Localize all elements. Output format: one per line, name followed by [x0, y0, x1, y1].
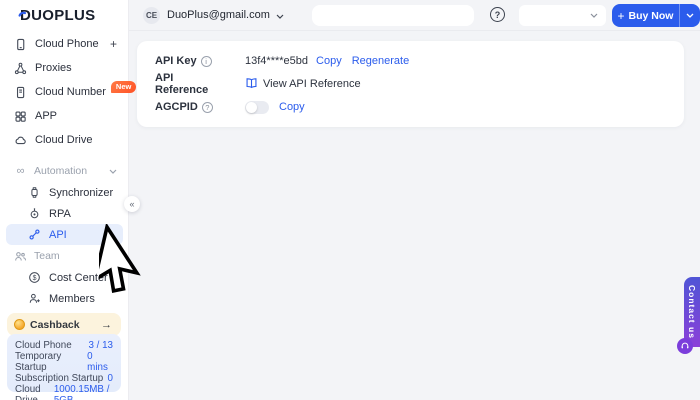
api-key-row: API Key i 13f4****e5bd Copy Regenerate: [155, 51, 666, 71]
app-window: DUOPLUS Cloud Phone + Proxies Clo: [0, 0, 700, 400]
plus-icon: +: [618, 9, 625, 23]
sidebar-item-cloud-number[interactable]: Cloud Number New: [0, 80, 129, 104]
stat-row-cloud-drive: Cloud Drive 1000.15MB / 5GB: [15, 384, 113, 400]
question-icon[interactable]: ?: [202, 102, 213, 113]
rpa-icon: [28, 207, 41, 220]
cashback-banner[interactable]: Cashback →: [7, 313, 121, 336]
api-key-label: API Key: [155, 55, 197, 67]
api-icon: [28, 228, 41, 241]
sidebar-item-label: APP: [35, 110, 57, 122]
sidebar-collapse-button[interactable]: «: [124, 196, 140, 212]
agcpid-toggle[interactable]: [245, 101, 269, 114]
sidebar-item-cloud-drive[interactable]: Cloud Drive: [0, 128, 129, 152]
sidebar-item-label: Members: [49, 293, 95, 305]
sidebar-nav: Cloud Phone + Proxies Cloud Number New: [0, 32, 129, 309]
account-email[interactable]: DuoPlus@gmail.com: [167, 9, 270, 21]
sidebar: DUOPLUS Cloud Phone + Proxies Clo: [0, 0, 129, 400]
book-icon: [245, 77, 258, 92]
coin-icon: [14, 319, 25, 330]
sidebar-item-label: Proxies: [35, 62, 72, 74]
api-reference-row: API Reference View API Reference: [155, 74, 666, 94]
sidebar-section-automation[interactable]: ∞ Automation: [0, 160, 129, 182]
brand-logo: DUOPLUS: [20, 7, 95, 23]
stat-label: Cloud Drive: [15, 384, 54, 400]
avatar[interactable]: CE: [143, 7, 160, 24]
cloud-drive-icon: [14, 134, 27, 147]
sidebar-item-app[interactable]: APP: [0, 104, 129, 128]
sidebar-item-label: Cost Center: [49, 272, 108, 284]
sidebar-item-label: API: [49, 229, 67, 241]
proxies-icon: [14, 62, 27, 75]
stat-value: 0: [108, 373, 113, 384]
new-badge: New: [111, 81, 136, 93]
search-input[interactable]: [312, 5, 474, 26]
stat-row-cloud-phone: Cloud Phone 3 / 13: [15, 340, 113, 351]
help-icon[interactable]: ?: [490, 7, 505, 22]
buy-now-label: Buy Now: [629, 10, 674, 22]
cost-center-icon: $: [28, 271, 41, 284]
cashback-label: Cashback: [30, 319, 80, 331]
view-api-reference-label: View API Reference: [263, 78, 361, 90]
view-api-reference-link[interactable]: View API Reference: [245, 77, 361, 92]
synchronizer-icon: [28, 186, 41, 199]
sidebar-item-label: RPA: [49, 208, 71, 220]
account-chevron-down-icon[interactable]: [276, 6, 284, 24]
sidebar-item-label: Synchronizer: [49, 187, 113, 199]
stat-row-subscription-startup: Subscription Startup 0: [15, 373, 113, 384]
arrow-right-icon: →: [101, 319, 112, 331]
app-grid-icon: [14, 110, 27, 123]
agcpid-row: AGCPID ? Copy: [155, 97, 666, 117]
stat-value: 1000.15MB / 5GB: [54, 384, 113, 400]
sidebar-section-team[interactable]: Team: [0, 245, 129, 267]
sidebar-section-label: Team: [34, 250, 60, 262]
members-icon: [28, 292, 41, 305]
automation-icon: ∞: [14, 165, 27, 178]
nav-divider-space: [0, 152, 129, 160]
sidebar-item-rpa[interactable]: RPA: [0, 203, 129, 224]
stat-label: Temporary Startup: [15, 351, 87, 373]
toggle-knob: [246, 102, 257, 113]
language-select[interactable]: [519, 5, 606, 26]
info-icon[interactable]: i: [201, 56, 212, 67]
brand-name: DUOPLUS: [20, 7, 95, 23]
sidebar-item-api[interactable]: API: [6, 224, 123, 245]
stat-label: Cloud Phone: [15, 340, 72, 351]
copy-api-key-link[interactable]: Copy: [316, 55, 342, 67]
team-icon: [14, 250, 27, 263]
usage-stats-panel: Cloud Phone 3 / 13 Temporary Startup 0 m…: [7, 334, 121, 392]
sidebar-item-cost-center[interactable]: $ Cost Center: [0, 267, 129, 288]
svg-text:$: $: [33, 275, 37, 282]
sidebar-item-members[interactable]: Members: [0, 288, 129, 309]
stat-value: 0 mins: [87, 351, 113, 373]
stat-label: Subscription Startup: [15, 373, 103, 384]
support-chat-icon[interactable]: [677, 338, 693, 354]
api-reference-label: API Reference: [155, 72, 228, 96]
sidebar-section-label: Automation: [34, 165, 87, 177]
sidebar-item-proxies[interactable]: Proxies: [0, 56, 129, 80]
cloud-number-icon: [14, 86, 27, 99]
sidebar-item-synchronizer[interactable]: Synchronizer: [0, 182, 129, 203]
add-cloud-phone-button[interactable]: +: [110, 37, 117, 51]
stat-row-temporary-startup: Temporary Startup 0 mins: [15, 351, 113, 373]
regenerate-api-key-link[interactable]: Regenerate: [352, 55, 410, 67]
chevron-down-icon: [109, 165, 117, 177]
sidebar-item-label: Cloud Phone: [35, 38, 99, 50]
api-settings-card: API Key i 13f4****e5bd Copy Regenerate A…: [137, 41, 684, 127]
buy-now-dropdown-button[interactable]: [679, 4, 700, 27]
agcpid-label: AGCPID: [155, 101, 198, 113]
contact-us-tab[interactable]: Contact us: [684, 277, 700, 347]
chevron-down-icon: [109, 250, 117, 262]
phone-icon: [14, 38, 27, 51]
sidebar-item-label: Cloud Drive: [35, 134, 92, 146]
api-key-value: 13f4****e5bd: [245, 55, 308, 67]
stat-value: 3 / 13: [88, 340, 113, 351]
sidebar-item-label: Cloud Number: [35, 86, 106, 98]
contact-us-label: Contact us: [687, 285, 697, 339]
sidebar-item-cloud-phone[interactable]: Cloud Phone +: [0, 32, 129, 56]
logo-accent-icon: [18, 7, 27, 23]
topbar: CE DuoPlus@gmail.com ? + Buy Now: [129, 0, 700, 31]
copy-agcpid-link[interactable]: Copy: [279, 101, 305, 113]
buy-now-button[interactable]: + Buy Now: [612, 4, 700, 27]
